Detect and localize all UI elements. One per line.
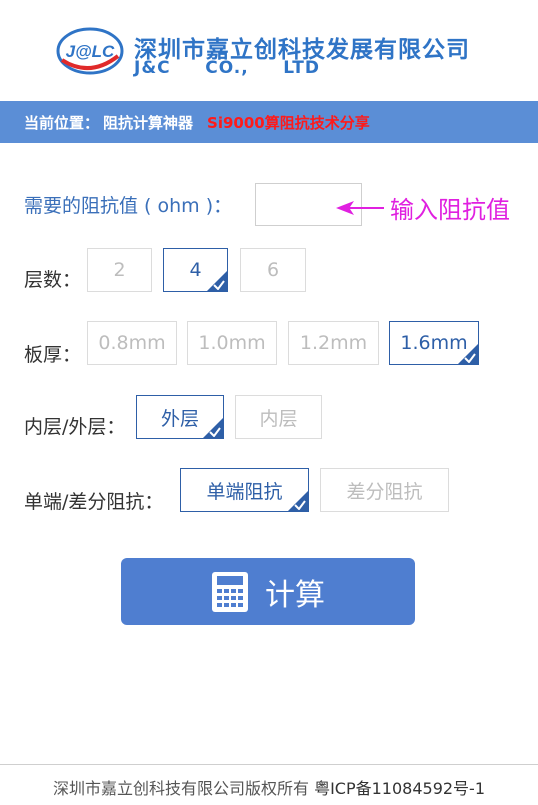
thickness-option-1-2[interactable]: 1.2mm: [288, 321, 379, 365]
thickness-option-1-6[interactable]: 1.6mm: [389, 321, 479, 365]
impedance-type-differential[interactable]: 差分阻抗: [320, 468, 449, 512]
footer-icp-link[interactable]: 粤ICP备11084592号-1: [314, 779, 485, 798]
layer-type-outer[interactable]: 外层: [136, 395, 224, 439]
layers-option-4[interactable]: 4: [163, 248, 228, 292]
footer-divider: [0, 764, 538, 765]
footer: 深圳市嘉立创科技有限公司版权所有 粤ICP备11084592号-1: [0, 775, 538, 799]
si9000-article-link[interactable]: Si9000算阻抗技术分享: [207, 112, 370, 133]
impedance-type-label: 单端/差分阻抗：: [24, 491, 164, 513]
layer-type-inner[interactable]: 内层: [235, 395, 322, 439]
breadcrumb-current[interactable]: 阻抗计算神器: [103, 112, 193, 133]
arrow-left-icon: [336, 200, 384, 215]
layers-option-6[interactable]: 6: [240, 248, 306, 292]
impedance-type-single[interactable]: 单端阻抗: [180, 468, 309, 512]
thickness-option-1-0[interactable]: 1.0mm: [187, 321, 277, 365]
layers-option-2[interactable]: 2: [87, 248, 152, 292]
impedance-hint: 输入阻抗值: [336, 190, 510, 225]
check-icon: [464, 353, 476, 363]
breadcrumb: 当前位置： 阻抗计算神器 Si9000算阻抗技术分享: [0, 101, 538, 143]
calculate-button[interactable]: 计算: [121, 558, 415, 625]
layers-label: 层数：: [24, 269, 82, 291]
footer-copyright: 深圳市嘉立创科技有限公司版权所有: [52, 779, 309, 798]
breadcrumb-label: 当前位置：: [24, 113, 100, 132]
logo-text: J@LC: [66, 42, 115, 61]
impedance-hint-text: 输入阻抗值: [390, 196, 510, 224]
impedance-label: 需要的阻抗值 ( ohm )：: [24, 195, 233, 217]
jlc-logo-icon: J@LC: [56, 27, 124, 75]
thickness-label: 板厚：: [24, 344, 82, 366]
check-icon: [294, 500, 306, 510]
calculator-icon: [212, 571, 248, 612]
company-name-en: J&C CO., LTD: [134, 58, 321, 78]
calculate-button-label: 计算: [265, 577, 325, 613]
thickness-option-0-8[interactable]: 0.8mm: [87, 321, 177, 365]
check-icon: [213, 280, 225, 290]
layer-type-label: 内层/外层：: [24, 416, 126, 438]
site-header: J@LC 深圳市嘉立创科技发展有限公司 J&C CO., LTD: [0, 0, 538, 100]
check-icon: [209, 427, 221, 437]
